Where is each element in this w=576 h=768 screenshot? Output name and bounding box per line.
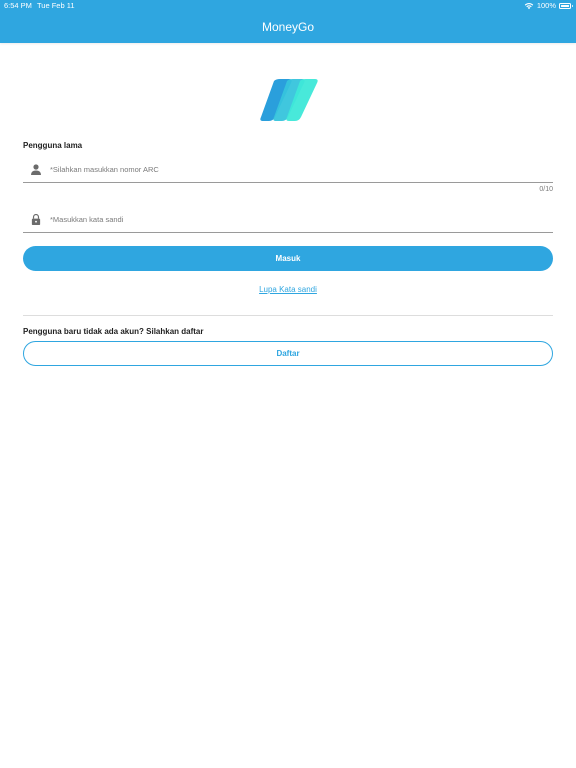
arc-number-input[interactable]: [50, 157, 540, 181]
moneygo-logo: [260, 79, 318, 121]
register-button[interactable]: Daftar: [23, 341, 553, 366]
section-divider: [23, 315, 553, 316]
arc-character-counter: 0/10: [539, 186, 553, 193]
status-date: Tue Feb 11: [37, 1, 75, 10]
status-time: 6:54 PM: [4, 1, 32, 10]
arc-number-field: [23, 157, 553, 183]
forgot-password-row: Lupa Kata sandi: [0, 285, 576, 294]
battery-percent: 100%: [536, 1, 556, 10]
wifi-icon: [524, 3, 534, 10]
new-user-prompt: Pengguna baru tidak ada akun? Silahkan d…: [23, 327, 204, 336]
app-header: 6:54 PM Tue Feb 11 100% MoneyGo: [0, 0, 576, 43]
existing-user-label: Pengguna lama: [23, 141, 83, 150]
status-indicators: 100%: [524, 0, 573, 12]
person-icon: [31, 164, 41, 175]
battery-icon: [559, 3, 573, 9]
forgot-password-link[interactable]: Lupa Kata sandi: [259, 285, 317, 294]
login-screen: 6:54 PM Tue Feb 11 100% MoneyGo Pengguna…: [0, 0, 576, 768]
login-button[interactable]: Masuk: [23, 246, 553, 271]
password-field: [23, 207, 553, 233]
status-bar: 6:54 PM Tue Feb 11 100%: [0, 0, 576, 12]
page-title: MoneyGo: [261, 20, 315, 34]
lock-icon: [31, 214, 41, 225]
password-input[interactable]: [50, 207, 540, 231]
